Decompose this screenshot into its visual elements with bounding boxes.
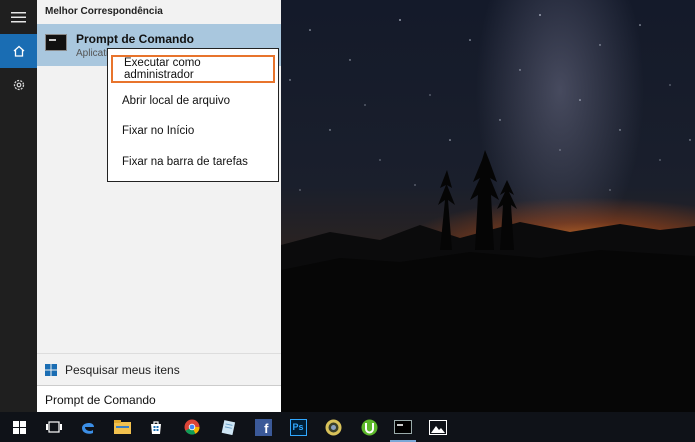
photoshop-button[interactable]: Ps bbox=[281, 412, 315, 442]
menu-item-run-as-admin[interactable]: Executar como administrador bbox=[111, 55, 275, 83]
facebook-button[interactable]: f bbox=[246, 412, 280, 442]
menu-item-pin-to-start[interactable]: Fixar no Início bbox=[111, 117, 275, 145]
search-input[interactable]: Prompt de Comando bbox=[37, 385, 281, 413]
start-button[interactable] bbox=[2, 412, 36, 442]
menu-item-pin-to-taskbar[interactable]: Fixar na barra de tarefas bbox=[111, 148, 275, 176]
settings-button[interactable] bbox=[0, 68, 37, 102]
app-button[interactable] bbox=[316, 412, 350, 442]
home-icon bbox=[13, 45, 24, 57]
photoshop-icon: Ps bbox=[289, 418, 307, 436]
task-view-icon bbox=[46, 421, 62, 433]
chrome-icon bbox=[184, 419, 200, 435]
notepad-button[interactable] bbox=[211, 412, 245, 442]
file-explorer-button[interactable] bbox=[105, 412, 139, 442]
result-title: Prompt de Comando bbox=[76, 32, 195, 46]
windows-start-icon bbox=[12, 420, 26, 434]
menu-item-open-file-location[interactable]: Abrir local de arquivo bbox=[111, 87, 275, 115]
photos-button[interactable] bbox=[421, 412, 455, 442]
file-explorer-icon bbox=[113, 420, 131, 434]
photos-icon bbox=[429, 419, 447, 435]
facebook-icon: f bbox=[254, 418, 272, 436]
settings-icon bbox=[13, 79, 24, 91]
chrome-button[interactable] bbox=[175, 412, 209, 442]
utorrent-icon bbox=[361, 419, 377, 435]
edge-icon bbox=[82, 422, 94, 434]
taskbar: f Ps bbox=[0, 412, 695, 442]
command-prompt-taskbar-button[interactable] bbox=[386, 412, 420, 442]
search-my-items-row[interactable]: Pesquisar meus itens bbox=[37, 353, 281, 386]
search-query-text: Prompt de Comando bbox=[45, 393, 156, 407]
store-button[interactable] bbox=[139, 412, 173, 442]
command-prompt-icon bbox=[394, 420, 412, 434]
task-view-button[interactable] bbox=[37, 412, 71, 442]
start-rail bbox=[0, 0, 37, 412]
edge-button[interactable] bbox=[71, 412, 105, 442]
result-subtitle: Aplicati bbox=[76, 48, 109, 59]
context-menu: Executar como administrador Abrir local … bbox=[107, 48, 279, 182]
utorrent-button[interactable] bbox=[352, 412, 386, 442]
search-my-items-label: Pesquisar meus itens bbox=[65, 363, 180, 377]
app-icon bbox=[325, 419, 341, 435]
menu-icon bbox=[10, 12, 26, 23]
section-header: Melhor Correspondência bbox=[45, 6, 163, 17]
home-button[interactable] bbox=[0, 34, 37, 68]
store-icon bbox=[151, 421, 161, 434]
menu-button[interactable] bbox=[0, 0, 37, 34]
command-prompt-icon bbox=[45, 34, 67, 51]
notepad-icon bbox=[221, 420, 236, 435]
windows-logo-icon bbox=[45, 364, 57, 376]
